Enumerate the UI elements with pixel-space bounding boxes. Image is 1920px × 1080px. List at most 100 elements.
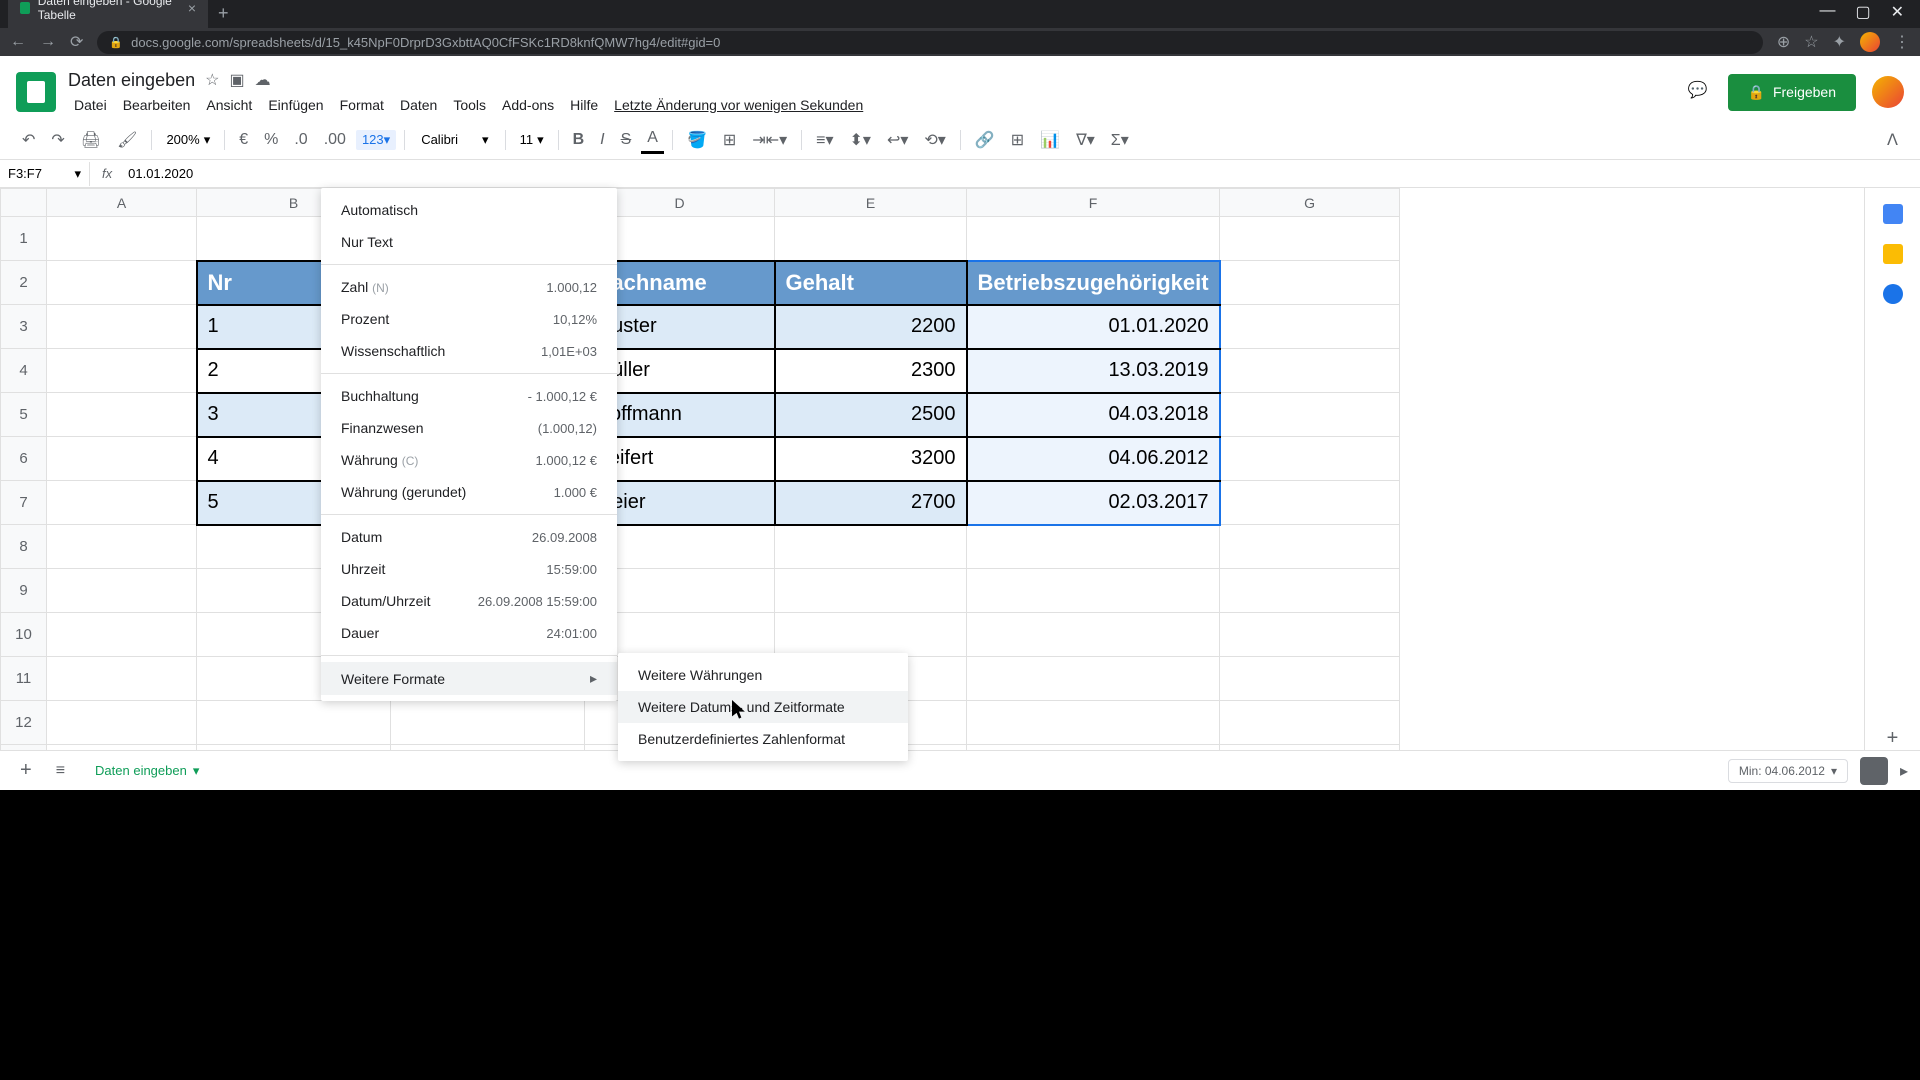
table-header[interactable]: Betriebszugehörigkeit — [967, 261, 1220, 305]
user-avatar[interactable] — [1872, 76, 1904, 108]
menu-item-more-formats[interactable]: Weitere Formate▸ — [321, 662, 617, 695]
chart-icon[interactable]: 📊 — [1034, 126, 1066, 154]
redo-icon[interactable]: ↷ — [45, 126, 70, 154]
row-header[interactable]: 12 — [1, 701, 47, 745]
rotate-icon[interactable]: ⟲▾ — [918, 126, 951, 154]
star-icon[interactable]: ☆ — [1804, 32, 1818, 52]
fill-color-icon[interactable]: 🪣 — [681, 126, 713, 154]
menu-item-currency-rounded[interactable]: Währung (gerundet)1.000 € — [321, 476, 617, 508]
zoom-icon[interactable]: ⊕ — [1777, 32, 1790, 52]
table-cell[interactable]: 04.06.2012 — [967, 437, 1220, 481]
collapse-toolbar-icon[interactable]: ᐱ — [1881, 126, 1904, 154]
menu-item-currency[interactable]: Währung (C)1.000,12 € — [321, 444, 617, 476]
add-sheet-button[interactable]: + — [12, 755, 40, 786]
maximize-icon[interactable]: ▢ — [1855, 2, 1870, 22]
menu-einfuegen[interactable]: Einfügen — [262, 95, 329, 115]
url-input[interactable]: 🔒 docs.google.com/spreadsheets/d/15_k45N… — [97, 31, 1762, 54]
menu-item-more-date-formats[interactable]: Weitere Datums- und Zeitformate — [618, 691, 908, 723]
new-tab-button[interactable]: + — [208, 0, 239, 28]
row-header[interactable]: 10 — [1, 613, 47, 657]
halign-icon[interactable]: ≡▾ — [810, 126, 839, 154]
row-header[interactable]: 1 — [1, 217, 47, 261]
col-header[interactable]: E — [775, 189, 967, 217]
dec-decrease-icon[interactable]: .0 — [288, 127, 313, 153]
col-header[interactable]: A — [47, 189, 197, 217]
menu-ansicht[interactable]: Ansicht — [200, 95, 258, 115]
formula-input[interactable]: 01.01.2020 — [124, 162, 1920, 185]
text-color-icon[interactable]: A — [641, 125, 664, 154]
spreadsheet-grid[interactable]: A B C D E F G 1 2 Nr Vorname Nachname Ge… — [0, 188, 1864, 750]
row-header[interactable]: 2 — [1, 261, 47, 305]
menu-item-scientific[interactable]: Wissenschaftlich1,01E+03 — [321, 335, 617, 367]
back-icon[interactable]: ← — [10, 33, 26, 51]
menu-item-plaintext[interactable]: Nur Text — [321, 226, 617, 258]
row-header[interactable]: 6 — [1, 437, 47, 481]
dec-increase-icon[interactable]: .00 — [318, 127, 352, 153]
calendar-icon[interactable] — [1883, 204, 1903, 224]
add-sidepanel-icon[interactable]: + — [1887, 727, 1899, 750]
filter-icon[interactable]: ∇▾ — [1070, 126, 1101, 154]
row-header[interactable]: 7 — [1, 481, 47, 525]
zoom-select[interactable]: 200%▾ — [160, 130, 216, 150]
table-cell[interactable]: 13.03.2019 — [967, 349, 1220, 393]
profile-avatar-icon[interactable] — [1860, 32, 1880, 52]
row-header[interactable]: 9 — [1, 569, 47, 613]
row-header[interactable]: 3 — [1, 305, 47, 349]
menu-tools[interactable]: Tools — [447, 95, 492, 115]
col-header[interactable]: F — [967, 189, 1220, 217]
table-header[interactable]: Gehalt — [775, 261, 967, 305]
menu-item-accounting[interactable]: Buchhaltung- 1.000,12 € — [321, 380, 617, 412]
percent-icon[interactable]: % — [258, 127, 284, 153]
row-header[interactable]: 8 — [1, 525, 47, 569]
menu-addons[interactable]: Add-ons — [496, 95, 560, 115]
minimize-icon[interactable]: — — [1819, 2, 1835, 22]
sheets-logo-icon[interactable] — [16, 72, 56, 112]
menu-item-custom-number-format[interactable]: Benutzerdefiniertes Zahlenformat — [618, 723, 908, 755]
menu-item-auto[interactable]: Automatisch — [321, 194, 617, 226]
table-cell[interactable]: 2500 — [775, 393, 967, 437]
menu-item-number[interactable]: Zahl (N)1.000,12 — [321, 271, 617, 303]
table-cell[interactable]: 02.03.2017 — [967, 481, 1220, 525]
currency-icon[interactable]: € — [233, 127, 254, 153]
explore-button[interactable] — [1860, 757, 1888, 785]
menu-hilfe[interactable]: Hilfe — [564, 95, 604, 115]
valign-icon[interactable]: ⬍▾ — [844, 126, 877, 154]
functions-icon[interactable]: Σ▾ — [1105, 126, 1135, 154]
table-cell[interactable]: 01.01.2020 — [967, 305, 1220, 349]
link-icon[interactable]: 🔗 — [969, 126, 1001, 154]
row-header[interactable]: 5 — [1, 393, 47, 437]
font-size-select[interactable]: 11▾ — [514, 130, 550, 150]
menu-item-date[interactable]: Datum26.09.2008 — [321, 521, 617, 553]
number-format-button[interactable]: 123▾ — [356, 130, 396, 150]
sheet-tab[interactable]: Daten eingeben▾ — [81, 755, 213, 787]
print-icon[interactable]: 🖨 — [75, 126, 107, 154]
bold-icon[interactable]: B — [567, 127, 591, 153]
table-cell[interactable]: 2200 — [775, 305, 967, 349]
italic-icon[interactable]: I — [594, 127, 610, 153]
tasks-icon[interactable] — [1883, 284, 1903, 304]
menu-item-duration[interactable]: Dauer24:01:00 — [321, 617, 617, 649]
extensions-icon[interactable]: ✦ — [1833, 32, 1846, 52]
table-cell[interactable]: 3200 — [775, 437, 967, 481]
menu-item-time[interactable]: Uhrzeit15:59:00 — [321, 553, 617, 585]
table-cell[interactable]: 2700 — [775, 481, 967, 525]
menu-format[interactable]: Format — [334, 95, 390, 115]
browser-tab[interactable]: Daten eingeben - Google Tabelle × — [8, 0, 208, 28]
star-doc-icon[interactable]: ☆ — [205, 70, 219, 90]
strike-icon[interactable]: S — [615, 127, 638, 153]
menu-item-financial[interactable]: Finanzwesen(1.000,12) — [321, 412, 617, 444]
all-sheets-button[interactable]: ≡ — [48, 758, 73, 784]
row-header[interactable]: 4 — [1, 349, 47, 393]
move-icon[interactable]: ▣ — [229, 70, 244, 90]
close-icon[interactable]: × — [188, 0, 196, 16]
selection-stats[interactable]: Min: 04.06.2012▾ — [1728, 759, 1848, 783]
close-window-icon[interactable]: ✕ — [1891, 2, 1904, 22]
reload-icon[interactable]: ⟳ — [70, 32, 83, 52]
col-header[interactable]: G — [1220, 189, 1400, 217]
menu-item-datetime[interactable]: Datum/Uhrzeit26.09.2008 15:59:00 — [321, 585, 617, 617]
merge-icon[interactable]: ⇥⇤▾ — [746, 126, 793, 154]
name-box[interactable]: F3:F7▾ — [0, 162, 90, 186]
menu-daten[interactable]: Daten — [394, 95, 443, 115]
keep-icon[interactable] — [1883, 244, 1903, 264]
forward-icon[interactable]: → — [40, 33, 56, 51]
